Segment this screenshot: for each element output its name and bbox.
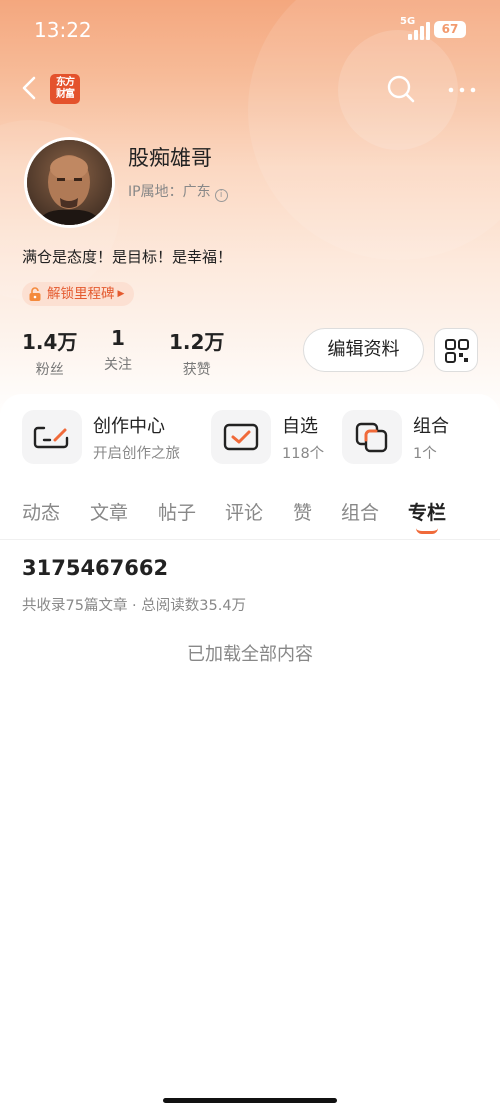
app-logo[interactable]: 东方 财富 — [50, 74, 80, 104]
tab-articles[interactable]: 文章 — [90, 498, 128, 525]
feature-subtitle: 1个 — [413, 445, 437, 462]
home-indicator[interactable] — [163, 1098, 337, 1103]
divider — [0, 539, 500, 540]
stat-label: 获赞 — [182, 362, 211, 378]
active-tab-indicator — [416, 528, 438, 534]
creator-center-icon — [22, 410, 82, 464]
battery-icon: 67 — [434, 21, 466, 38]
watchlist-entry[interactable]: 自选 118个 — [211, 410, 324, 464]
ip-location: IP属地：广东 i — [128, 181, 228, 202]
status-bar: 13:22 5G 67 — [0, 0, 500, 56]
profile-tabs: 动态 文章 帖子 评论 赞 组合 专栏 — [0, 498, 500, 538]
portfolio-icon — [342, 410, 402, 464]
tab-columns[interactable]: 专栏 — [408, 498, 446, 525]
back-arrow-icon[interactable] — [18, 74, 42, 102]
avatar-image — [27, 140, 112, 225]
bio: 满仓是态度！是目标！是幸福！ — [22, 248, 233, 266]
feature-subtitle: 开启创作之旅 — [93, 445, 180, 462]
edit-profile-button[interactable]: 编辑资料 — [303, 328, 424, 372]
feature-title: 自选 — [282, 415, 318, 437]
tab-comments[interactable]: 评论 — [225, 498, 263, 525]
tab-portfolios[interactable]: 组合 — [341, 498, 379, 525]
top-nav: 东方 财富 — [0, 66, 500, 112]
milestone-label: 解锁里程碑 — [47, 286, 115, 302]
tab-posts[interactable]: 帖子 — [158, 498, 196, 525]
info-icon[interactable]: i — [214, 189, 228, 202]
unlock-milestone-badge[interactable]: 解锁里程碑 ▶ — [22, 282, 135, 306]
tab-likes[interactable]: 赞 — [293, 498, 312, 525]
chevron-right-icon: ▶ — [117, 289, 125, 299]
stat-value: 1 — [111, 326, 125, 350]
content-card: 创作中心 开启创作之旅 自选 118个 组合 1个 动态 文章 帖子 评论 赞 … — [0, 394, 500, 1113]
qr-code-icon — [445, 339, 469, 363]
stat-fans[interactable]: 1.4万 粉丝 — [22, 326, 77, 379]
feature-subtitle: 118个 — [282, 445, 325, 462]
lock-icon — [29, 287, 41, 301]
stat-following[interactable]: 1 关注 — [104, 326, 132, 374]
avatar[interactable] — [24, 137, 115, 228]
more-icon[interactable] — [448, 86, 476, 94]
status-time: 13:22 — [34, 18, 92, 42]
loaded-all-text: 已加载全部内容 — [187, 644, 313, 665]
signal-icon: 5G — [400, 16, 430, 40]
username: 股痴雄哥 — [128, 146, 212, 170]
stat-label: 粉丝 — [35, 362, 64, 378]
qr-code-button[interactable] — [434, 328, 478, 372]
stat-value: 1.4万 — [22, 330, 78, 354]
column-title[interactable]: 3175467662 — [22, 556, 168, 580]
network-type: 5G — [400, 16, 416, 27]
stat-likes[interactable]: 1.2万 获赞 — [169, 326, 224, 379]
tab-dynamics[interactable]: 动态 — [22, 498, 60, 525]
creator-center-entry[interactable]: 创作中心 开启创作之旅 — [22, 410, 180, 464]
feature-title: 组合 — [413, 415, 449, 437]
battery-level: 67 — [441, 22, 459, 36]
stat-value: 1.2万 — [169, 330, 225, 354]
watchlist-check-icon — [211, 410, 271, 464]
portfolio-entry[interactable]: 组合 1个 — [342, 410, 449, 464]
feature-title: 创作中心 — [93, 415, 165, 437]
search-icon[interactable] — [386, 74, 416, 104]
stat-label: 关注 — [104, 357, 132, 373]
column-meta: 共收录75篇文章 · 总阅读数35.4万 — [22, 598, 247, 614]
